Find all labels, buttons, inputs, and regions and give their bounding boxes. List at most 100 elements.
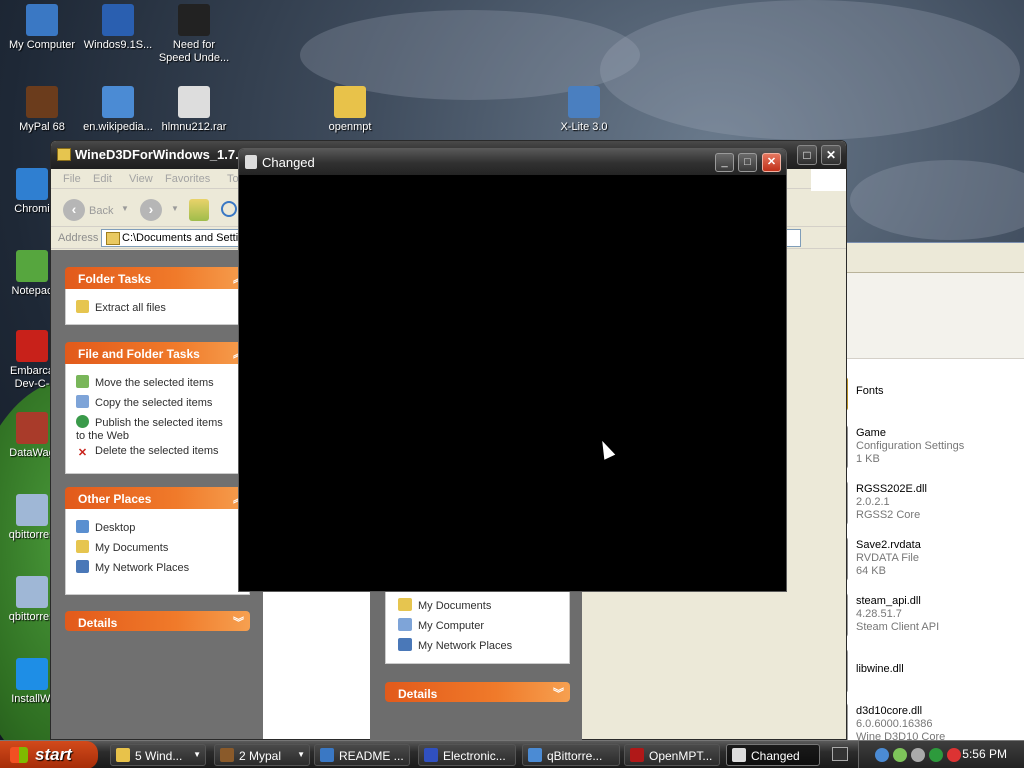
publish-items-link[interactable]: Publish the selected items to the Web [76,415,223,443]
file-type: RVDATA File [856,552,919,564]
taskbar-button[interactable]: Changed [726,744,820,766]
changed-window[interactable]: Changed _ □ ✕ [238,148,787,592]
computer-icon [26,4,58,36]
expand-chevron-icon[interactable]: ︾ [233,614,244,630]
expand-chevron-icon[interactable]: ︾ [553,685,564,701]
maximize-button[interactable]: □ [738,153,757,172]
windows-logo-icon [811,169,846,191]
search-icon[interactable] [221,201,237,217]
taskbar-button[interactable]: qBittorre... [522,744,620,766]
changed-render-area[interactable] [239,175,786,591]
taskbar-button[interactable]: OpenMPT... [624,744,720,766]
window-icon [102,4,134,36]
taskbar-button[interactable]: 5 Wind... ▼ [110,744,206,766]
file-size: 64 KB [856,565,886,577]
menu-tools[interactable]: To [227,173,239,185]
desktop-link[interactable]: Desktop [76,520,135,535]
delete-items-link[interactable]: ✕ Delete the selected items [76,445,219,460]
group-dropdown-icon: ▼ [297,750,305,759]
my-network-places-link[interactable]: My Network Places [398,638,512,652]
file-type: 2.0.2.1 [856,496,890,508]
qbittorrent-tray-icon[interactable] [875,748,889,762]
desktop-icon-item[interactable]: X-Lite 3.0 [542,86,626,134]
my-documents-link[interactable]: My Documents [76,540,168,555]
start-button[interactable]: ⊞ start [0,741,98,768]
menu-edit[interactable]: Edit [93,173,112,185]
details-header[interactable]: Details ︾ [65,611,250,631]
network-tray-icon[interactable] [929,748,943,762]
back-label[interactable]: Back [89,205,113,217]
other-places-header[interactable]: Other Places ︽ [65,487,250,509]
back-dropdown-icon[interactable]: ▼ [121,204,129,213]
move-items-link[interactable]: Move the selected items [76,375,214,390]
my-network-places-link[interactable]: My Network Places [76,560,189,575]
details-title: Details [398,687,438,701]
file-size: 1 KB [856,453,880,465]
background-details-header[interactable]: Details ︾ [385,682,570,702]
delete-x-icon: ✕ [77,447,88,459]
tray-app-icon[interactable] [911,748,925,762]
chromium-icon [16,168,48,200]
forward-dropdown-icon[interactable]: ▼ [171,204,179,213]
mypal-icon [26,86,58,118]
taskbar-button[interactable]: README ... [314,744,410,766]
my-documents-link[interactable]: My Documents [398,598,491,612]
desktop-icon-item[interactable]: Need for Speed Unde... [152,4,236,65]
rar-icon [178,86,210,118]
desktop-icon-item[interactable]: en.wikipedia... [76,86,160,134]
taskbar-button[interactable]: 2 Mypal ▼ [214,744,310,766]
taskbar-button[interactable]: Electronic... [418,744,516,766]
network-places-icon [398,638,412,651]
openmpt-icon [630,748,644,762]
group-dropdown-icon: ▼ [193,750,201,759]
copy-items-link[interactable]: Copy the selected items [76,395,212,410]
changed-app-icon [732,748,746,762]
extract-all-files-link[interactable]: Extract all files [76,300,166,315]
tray-alert-icon[interactable] [947,748,961,762]
file-type: Configuration Settings [856,440,965,452]
changed-titlebar[interactable]: Changed _ □ ✕ [239,149,786,175]
minimize-button[interactable]: _ [715,153,734,172]
folder-zip-icon [57,148,71,161]
desktop-icon-item[interactable]: openmpt [308,86,392,134]
publish-web-icon [76,415,89,428]
desktop-icon-item[interactable]: hlmnu212.rar [152,86,236,134]
background-task-pane: My Documents My Computer My Network Plac… [370,590,582,740]
windows-logo-icon [16,658,48,690]
folder-tasks-header[interactable]: Folder Tasks ︽ [65,267,250,289]
close-button[interactable]: ✕ [762,153,781,172]
file-name: libwine.dll [856,663,904,675]
menu-favorites[interactable]: Favorites [165,173,210,185]
desktop-icon-item[interactable]: MyPal 68 [0,86,84,134]
tray-app-icon[interactable] [893,748,907,762]
file-name: steam_api.dll [856,595,921,607]
desktop-icon-item[interactable]: Windos9.1S... [76,4,160,52]
back-arrow-icon[interactable]: ‹ [63,199,85,221]
cloud [600,0,1020,140]
desktop-icon-item[interactable]: My Computer [0,4,84,52]
datawag-icon [16,412,48,444]
close-button[interactable]: ✕ [821,145,841,165]
folder-icon [116,748,130,762]
desktop-icon-label: My Computer [8,39,76,51]
taskbar-button-label: Electronic... [443,749,506,763]
xlite-icon [568,86,600,118]
copy-icon [76,395,89,408]
desktop-icon-label: X-Lite 3.0 [560,121,608,133]
taskbar-button-label: qBittorre... [547,749,603,763]
menu-view[interactable]: View [129,173,153,185]
maximize-button[interactable]: □ [797,145,817,165]
desktop-icon-label: Windos9.1S... [83,39,153,51]
clock[interactable]: 5:56 PM [962,747,1007,761]
desktop-icon-label: en.wikipedia... [83,121,153,133]
my-computer-link[interactable]: My Computer [398,618,484,632]
nfs-icon [178,4,210,36]
explorer-task-pane: Folder Tasks ︽ Extract all files File an… [51,250,263,739]
notepad-icon [16,250,48,282]
show-desktop-icon[interactable] [832,747,848,761]
file-name: Save2.rvdata [856,539,921,551]
up-folder-icon[interactable] [189,199,209,221]
file-folder-tasks-header[interactable]: File and Folder Tasks ︽ [65,342,250,364]
menu-file[interactable]: File [63,173,81,185]
forward-arrow-icon[interactable]: › [140,199,162,221]
